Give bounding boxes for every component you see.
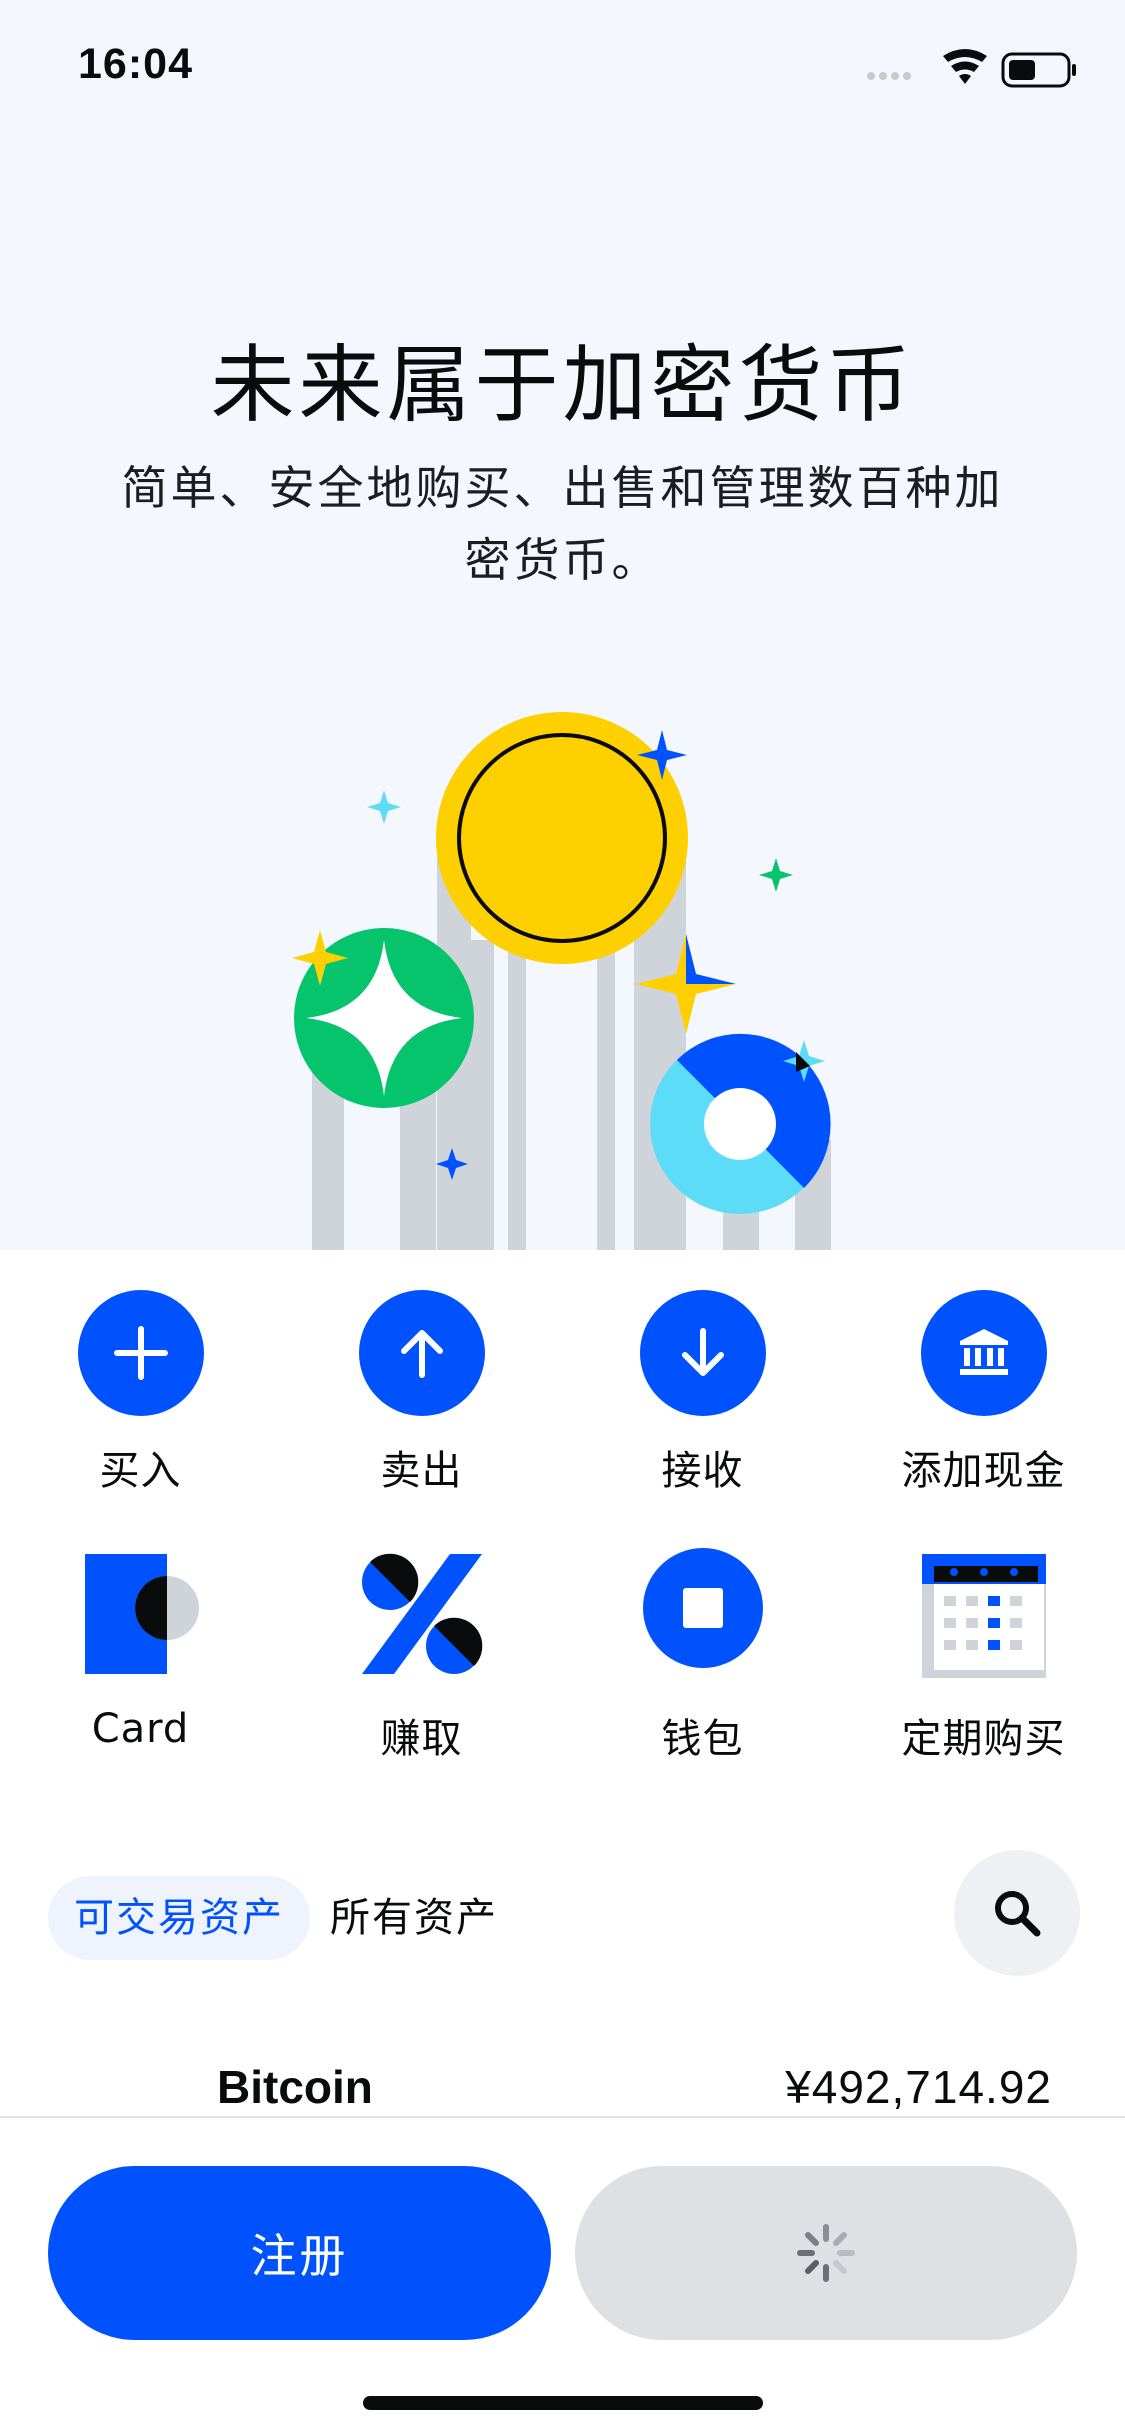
asset-price: ¥492,714.92 [785, 2061, 1052, 2113]
percent-icon [361, 1553, 482, 1674]
status-bar: 16:04 [0, 0, 1125, 140]
crypto-coins-illustration [292, 712, 831, 1250]
action-recurring-buy-label: 定期购买 [901, 1716, 1066, 1762]
action-buy[interactable]: 买入 [0, 1290, 281, 1496]
action-sell-label: 卖出 [380, 1448, 463, 1494]
signal-icon [867, 72, 911, 80]
calendar-icon [921, 1554, 1046, 1678]
plus-icon [77, 1290, 204, 1416]
asset-row[interactable]: Bitcoin ¥492,714.92 [0, 2060, 1125, 2120]
action-sell[interactable]: 卖出 [281, 1290, 562, 1496]
status-icons [867, 49, 1076, 88]
action-add-cash-label: 添加现金 [901, 1448, 1066, 1494]
hero-title: 未来属于加密货币 [210, 336, 915, 434]
search-icon [995, 1891, 1041, 1937]
home-indicator [363, 2396, 763, 2410]
asset-name: Bitcoin [217, 2061, 373, 2113]
arrow-down-icon [639, 1290, 766, 1416]
wallet-icon [642, 1548, 763, 1668]
battery-icon [1001, 52, 1076, 88]
action-receive-label: 接收 [661, 1448, 744, 1494]
signup-button[interactable]: 注册 [48, 2166, 551, 2340]
action-recurring-buy[interactable]: 定期购买 [843, 1546, 1124, 1764]
action-card[interactable]: Card [0, 1546, 281, 1752]
yellow-coin [436, 712, 688, 964]
action-wallet-label: 钱包 [661, 1716, 744, 1762]
action-card-label: Card [91, 1706, 190, 1752]
search-button[interactable] [954, 1850, 1080, 1976]
action-buy-label: 买入 [99, 1448, 182, 1494]
action-earn[interactable]: 赚取 [281, 1546, 562, 1764]
tab-all-assets[interactable]: 所有资产 [330, 1876, 498, 1960]
tab-tradable-assets[interactable]: 可交易资产 [48, 1876, 310, 1960]
loading-spinner-icon [797, 2224, 855, 2282]
arrow-up-icon [358, 1290, 485, 1416]
asset-tabs: 可交易资产 所有资产 [48, 1850, 1080, 1976]
action-wallet[interactable]: 钱包 [562, 1546, 843, 1764]
action-add-cash[interactable]: 添加现金 [843, 1290, 1124, 1496]
wifi-icon [943, 49, 987, 84]
card-icon [84, 1554, 199, 1674]
action-earn-label: 赚取 [380, 1716, 463, 1762]
action-receive[interactable]: 接收 [562, 1290, 843, 1496]
status-time: 16:04 [78, 40, 193, 88]
hero-section: 16:04 未来属于加密货币 简单、安全地购买、出售和管理数百种加密货币。 [0, 0, 1125, 1250]
hero-subtitle: 简单、安全地购买、出售和管理数百种加密货币。 [121, 461, 1004, 587]
loading-button[interactable] [575, 2166, 1077, 2340]
bank-icon [920, 1290, 1047, 1416]
